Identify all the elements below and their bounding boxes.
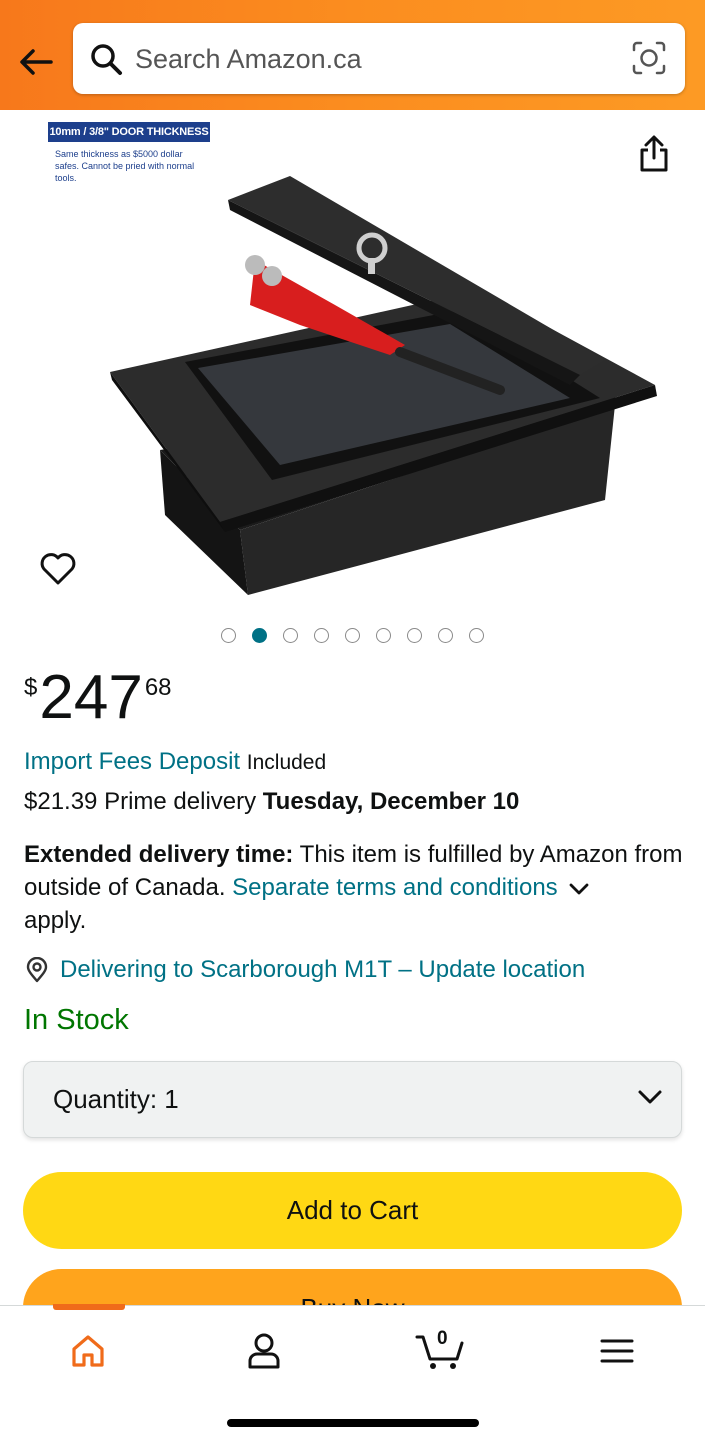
- home-icon: [72, 1335, 104, 1367]
- carousel-dot[interactable]: [407, 628, 422, 643]
- quantity-label-text: Quantity:: [53, 1084, 158, 1114]
- delivery-date: Tuesday, December 10: [262, 788, 520, 815]
- bottom-navigation: 0: [0, 1304, 705, 1440]
- share-button[interactable]: [632, 132, 676, 176]
- import-fees-status: Included: [246, 751, 327, 774]
- carousel-dot[interactable]: [469, 628, 484, 643]
- quantity-value: 1: [164, 1084, 179, 1114]
- delivery-location-row[interactable]: Delivering to Scarborough M1T – Update l…: [24, 956, 585, 984]
- search-bar[interactable]: [73, 23, 685, 94]
- nav-account[interactable]: [234, 1326, 294, 1376]
- share-icon: [640, 135, 668, 172]
- active-tab-indicator: [53, 1304, 125, 1310]
- search-icon: [91, 44, 122, 75]
- quantity-label: Quantity: 1: [53, 1084, 179, 1115]
- carousel-dot[interactable]: [221, 628, 236, 643]
- heart-icon: [40, 553, 76, 585]
- price-whole: 247: [39, 663, 143, 732]
- import-fees-row: Import Fees Deposit Included: [24, 748, 326, 776]
- location-pin-icon: [26, 957, 48, 983]
- extended-delivery-suffix: apply.: [24, 907, 87, 934]
- carousel-dot[interactable]: [376, 628, 391, 643]
- extended-delivery-label: Extended delivery time:: [24, 841, 294, 868]
- account-icon: [248, 1333, 280, 1369]
- nav-menu[interactable]: [587, 1326, 647, 1376]
- stock-status: In Stock: [24, 1004, 129, 1036]
- nav-home[interactable]: [58, 1326, 118, 1376]
- delivery-price: $21.39 Prime delivery: [24, 788, 257, 815]
- app-header: [0, 0, 705, 110]
- carousel-dots: [0, 628, 705, 644]
- door-thickness-label: 10mm / 3/8" DOOR THICKNESS: [48, 122, 210, 142]
- price-fraction: 68: [144, 674, 172, 701]
- product-image-gallery[interactable]: 10mm / 3/8" DOOR THICKNESS Same thicknes…: [0, 110, 705, 620]
- back-arrow-icon: [20, 49, 53, 75]
- carousel-dot[interactable]: [283, 628, 298, 643]
- back-button[interactable]: [14, 40, 58, 84]
- import-fees-link[interactable]: Import Fees Deposit: [24, 748, 240, 775]
- carousel-dot[interactable]: [314, 628, 329, 643]
- chevron-down-icon: [638, 1090, 662, 1104]
- carousel-dot[interactable]: [438, 628, 453, 643]
- wishlist-button[interactable]: [36, 546, 80, 590]
- product-price: $ 247 68: [24, 666, 172, 736]
- delivery-location-link[interactable]: Delivering to Scarborough M1T – Update l…: [60, 956, 585, 984]
- system-home-indicator[interactable]: [227, 1419, 479, 1427]
- cart-count-badge: 0: [437, 1328, 448, 1349]
- floor-safe-image: [110, 176, 657, 595]
- chevron-down-icon[interactable]: [568, 882, 590, 896]
- extended-delivery-notice: Extended delivery time: This item is ful…: [24, 838, 684, 937]
- carousel-dot[interactable]: [345, 628, 360, 643]
- price-currency: $: [24, 674, 38, 701]
- carousel-dot-active[interactable]: [252, 628, 267, 643]
- delivery-row: $21.39 Prime delivery Tuesday, December …: [24, 788, 519, 816]
- add-to-cart-button[interactable]: Add to Cart: [23, 1172, 682, 1249]
- camera-search-icon[interactable]: [631, 40, 667, 76]
- separate-terms-link[interactable]: Separate terms and conditions: [232, 874, 558, 901]
- search-input[interactable]: [135, 37, 615, 81]
- nav-cart[interactable]: 0: [410, 1326, 470, 1376]
- menu-icon: [600, 1339, 634, 1363]
- quantity-dropdown[interactable]: Quantity: 1: [23, 1061, 682, 1138]
